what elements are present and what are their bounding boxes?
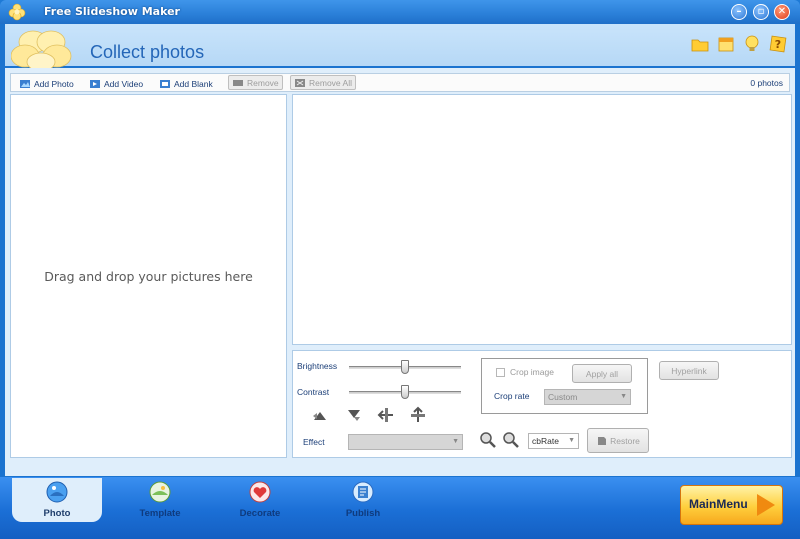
header-flower-logo	[11, 30, 72, 68]
window-title: Free Slideshow Maker	[44, 5, 180, 18]
remove-all-icon	[295, 78, 305, 87]
template-tab-icon	[149, 481, 171, 503]
close-icon: ✕	[777, 6, 787, 17]
crop-rate-select[interactable]: Custom ▼	[544, 389, 631, 405]
maximize-icon: ▫	[757, 6, 765, 17]
flip-vertical-icon[interactable]	[345, 406, 363, 424]
apply-all-label: Apply all	[585, 368, 619, 379]
rotate-left-icon[interactable]	[377, 406, 395, 424]
flip-horizontal-icon[interactable]	[311, 406, 329, 424]
remove-label: Remove	[247, 77, 279, 88]
add-video-icon	[90, 79, 100, 88]
zoom-in-icon[interactable]	[479, 431, 497, 449]
add-photo-icon	[20, 79, 30, 88]
crop-image-label: Crop image	[510, 367, 554, 377]
photo-tab-icon	[46, 481, 68, 503]
add-blank-label: Add Blank	[174, 78, 213, 89]
rotate-right-icon[interactable]	[409, 406, 427, 424]
main-content: Collect photos ? Add Photo Add Video Add…	[5, 24, 795, 476]
tab-decorate[interactable]: Decorate	[215, 478, 305, 522]
restore-label: Restore	[610, 435, 640, 446]
app-flower-icon	[8, 3, 26, 21]
tab-publish[interactable]: Publish	[318, 478, 408, 522]
apply-all-button[interactable]: Apply all	[572, 364, 632, 383]
rate-value: cbRate	[532, 436, 559, 446]
photo-list-pane[interactable]: Drag and drop your pictures here	[10, 94, 287, 458]
remove-button[interactable]: Remove	[228, 75, 283, 90]
chevron-down-icon: ▼	[568, 437, 575, 444]
main-menu-label: MainMenu	[689, 497, 748, 511]
add-video-label: Add Video	[104, 78, 144, 89]
brightness-slider[interactable]	[349, 360, 461, 374]
publish-tab-icon	[352, 481, 374, 503]
hyperlink-label: Hyperlink	[671, 365, 707, 376]
add-photo-label: Add Photo	[34, 78, 74, 89]
calendar-icon[interactable]	[716, 34, 736, 54]
contrast-slider[interactable]	[349, 385, 461, 399]
photo-count: 0 photos	[750, 78, 783, 88]
maximize-button[interactable]: ▫	[753, 4, 769, 20]
minimize-button[interactable]: –	[731, 4, 747, 20]
contrast-thumb[interactable]	[401, 385, 409, 399]
minimize-icon: –	[736, 6, 742, 17]
effect-select[interactable]: ▼	[348, 434, 463, 450]
add-video-button[interactable]: Add Video	[89, 76, 143, 91]
remove-all-button[interactable]: Remove All	[290, 75, 356, 90]
preview-pane	[292, 94, 792, 345]
remove-icon	[233, 79, 243, 86]
zoom-out-icon[interactable]	[502, 431, 520, 449]
brightness-thumb[interactable]	[401, 360, 409, 374]
arrow-right-icon	[757, 494, 775, 516]
lightbulb-icon[interactable]	[742, 34, 762, 54]
title-bar[interactable]: Free Slideshow Maker – ▫ ✕	[0, 0, 800, 24]
brightness-label: Brightness	[297, 361, 338, 371]
hyperlink-button[interactable]: Hyperlink	[659, 361, 719, 380]
chevron-down-icon: ▼	[452, 438, 459, 445]
contrast-label: Contrast	[297, 387, 330, 397]
effect-label: Effect	[303, 437, 325, 447]
photo-toolbar: Add Photo Add Video Add Blank Remove Rem…	[10, 73, 790, 92]
drop-hint: Drag and drop your pictures here	[44, 269, 253, 284]
tab-photo-label: Photo	[43, 508, 71, 519]
main-menu-button[interactable]: MainMenu	[680, 485, 783, 525]
app-window: Free Slideshow Maker – ▫ ✕ Collect photo…	[0, 0, 800, 539]
add-photo-button[interactable]: Add Photo	[19, 76, 74, 91]
tab-photo[interactable]: Photo	[12, 478, 102, 522]
chevron-down-icon: ▼	[620, 393, 627, 400]
crop-rate-label: Crop rate	[494, 391, 530, 401]
tab-decorate-label: Decorate	[239, 508, 281, 519]
properties-panel: Brightness Contrast Effect ▼ Crop image …	[292, 350, 792, 458]
add-blank-icon	[160, 79, 170, 88]
crop-image-checkbox[interactable]	[496, 368, 505, 377]
remove-all-label: Remove All	[309, 77, 352, 88]
add-blank-button[interactable]: Add Blank	[159, 76, 213, 91]
close-button[interactable]: ✕	[774, 4, 790, 20]
folder-icon[interactable]	[690, 34, 710, 54]
crop-rate-value: Custom	[548, 392, 578, 402]
tab-template-label: Template	[139, 508, 181, 519]
help-icon[interactable]: ?	[768, 34, 788, 54]
tab-template[interactable]: Template	[115, 478, 205, 522]
rate-select[interactable]: cbRate ▼	[528, 433, 579, 449]
page-title: Collect photos	[90, 42, 205, 62]
decorate-tab-icon	[249, 481, 271, 503]
restore-icon	[598, 436, 607, 445]
page-header: Collect photos ?	[5, 24, 795, 68]
crop-group: Crop image Apply all Crop rate Custom ▼	[481, 358, 648, 414]
restore-button[interactable]: Restore	[587, 428, 649, 453]
svg-text:?: ?	[775, 38, 781, 51]
tab-publish-label: Publish	[345, 508, 381, 519]
